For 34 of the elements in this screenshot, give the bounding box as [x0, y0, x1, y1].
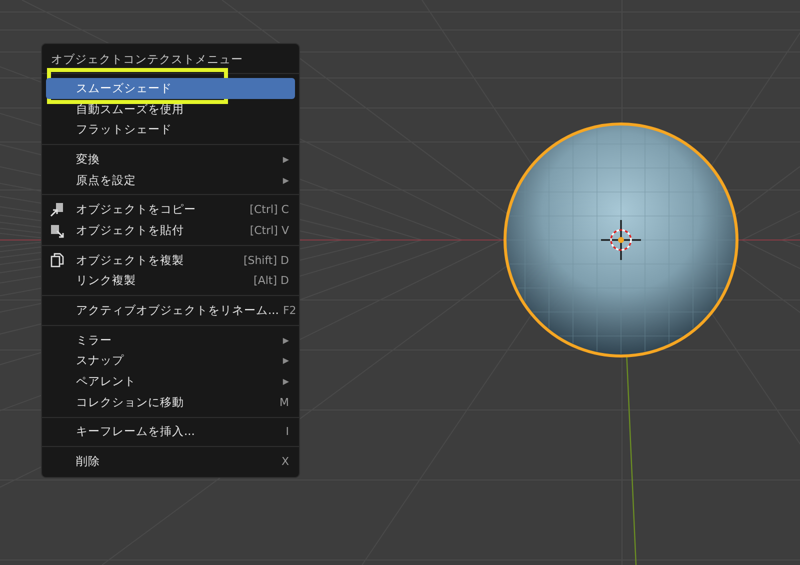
submenu-arrow-icon: ▶	[282, 356, 289, 366]
menu-item[interactable]: オブジェクトを貼付 [Ctrl] V	[46, 220, 295, 241]
menu-item[interactable]: 変換 ▶	[46, 149, 295, 170]
origin-crosshair-icon	[601, 220, 641, 260]
menu-title: オブジェクトコンテクストメニュー	[50, 51, 244, 68]
submenu-arrow-icon: ▶	[282, 336, 289, 345]
menu-item[interactable]: 原点を設定 ▶	[46, 170, 295, 190]
paste-icon	[50, 222, 64, 238]
menu-item[interactable]: リンク複製 [Alt] D	[46, 270, 295, 292]
shortcut-label: F2	[282, 304, 296, 318]
shortcut-label: [Alt] D	[254, 274, 289, 288]
menu-item[interactable]: フラットシェード	[46, 119, 295, 140]
shortcut-label: [Shift] D	[243, 254, 289, 267]
submenu-arrow-icon: ▶	[282, 154, 289, 164]
shortcut-label: X	[281, 455, 289, 468]
menu-item[interactable]: ミラー ▶	[46, 330, 295, 351]
submenu-arrow-icon: ▶	[282, 377, 289, 386]
menu-item[interactable]: 削除 X	[46, 451, 295, 472]
menu-item[interactable]: キーフレームを挿入... I	[46, 422, 295, 442]
menu-item[interactable]: オブジェクトをコピー [Ctrl] C	[46, 199, 295, 220]
menu-item[interactable]: オブジェクトを複製 [Shift] D	[46, 250, 295, 270]
menu-item[interactable]: 自動スムーズを使用	[46, 98, 295, 120]
copy-icon	[50, 202, 64, 218]
menu-item[interactable]: ペアレント ▶	[46, 371, 295, 392]
shortcut-label: [Ctrl] C	[250, 203, 289, 216]
shortcut-label: I	[286, 425, 289, 438]
menu-item[interactable]: スナップ ▶	[46, 350, 295, 372]
menu-item[interactable]: スムーズシェード	[46, 78, 295, 99]
duplicate-icon	[50, 252, 64, 268]
shortcut-label: [Ctrl] V	[250, 224, 289, 237]
menu-item[interactable]: コレクションに移動 M	[46, 392, 295, 413]
submenu-arrow-icon: ▶	[282, 176, 289, 185]
shortcut-label: M	[280, 396, 289, 409]
menu-item[interactable]: アクティブオブジェクトをリネーム... F2	[46, 300, 295, 321]
